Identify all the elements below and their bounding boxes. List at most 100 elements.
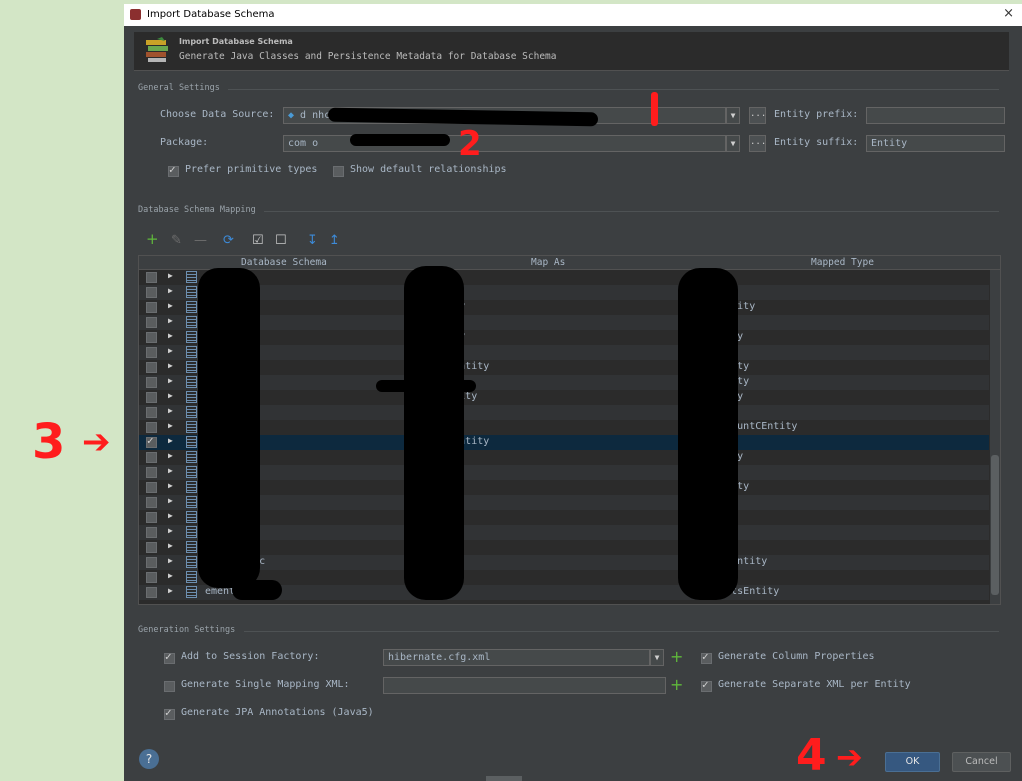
expand-arrow-icon[interactable]: ▶ — [168, 436, 173, 445]
row-checkbox[interactable] — [146, 557, 157, 568]
row-checkbox[interactable] — [146, 497, 157, 508]
row-checkbox[interactable] — [146, 317, 157, 328]
table-row[interactable]: ▶n__cnCEntityity — [139, 285, 989, 300]
table-row[interactable]: ▶tyity — [139, 540, 989, 555]
row-checkbox[interactable] — [146, 347, 157, 358]
row-checkbox[interactable] — [146, 587, 157, 598]
column-header-mapped-type[interactable]: Mapped Type — [811, 257, 874, 268]
expand-arrow-icon[interactable]: ▶ — [168, 556, 173, 565]
row-checkbox[interactable] — [146, 422, 157, 433]
table-row[interactable]: ▶itemCEntityemCEntity — [139, 390, 989, 405]
session-factory-combo[interactable]: hibernate.cfg.xml — [383, 649, 650, 666]
expand-all-icon[interactable]: ↧ — [307, 233, 318, 248]
row-checkbox[interactable] — [146, 482, 157, 493]
expand-arrow-icon[interactable]: ▶ — [168, 421, 173, 430]
expand-arrow-icon[interactable]: ▶ — [168, 451, 173, 460]
table-row[interactable]: ▶ntity — [139, 465, 989, 480]
add-icon[interactable]: + — [670, 647, 683, 666]
expand-arrow-icon[interactable]: ▶ — [168, 376, 173, 385]
entity-suffix-input[interactable]: Entity — [866, 135, 1005, 152]
entity-prefix-input[interactable] — [866, 107, 1005, 124]
expand-arrow-icon[interactable]: ▶ — [168, 286, 173, 295]
expand-arrow-icon[interactable]: ▶ — [168, 571, 173, 580]
row-checkbox[interactable] — [146, 272, 157, 283]
row-checkbox[interactable] — [146, 392, 157, 403]
expand-arrow-icon[interactable]: ▶ — [168, 541, 173, 550]
table-row[interactable]: ▶acking__cackingCEntityingCEntity — [139, 360, 989, 375]
scrollbar-thumb[interactable] — [991, 455, 999, 595]
help-icon[interactable]: ? — [139, 749, 159, 769]
row-checkbox[interactable] — [146, 302, 157, 313]
row-checkbox[interactable] — [146, 527, 157, 538]
row-checkbox[interactable] — [146, 512, 157, 523]
table-row[interactable]: ▶cEntityCEntity — [139, 270, 989, 285]
data-source-browse-button[interactable]: ... — [749, 107, 766, 124]
add-session-factory-checkbox[interactable] — [164, 650, 175, 664]
single-mapping-input[interactable] — [383, 677, 666, 694]
collapse-all-icon[interactable]: ↥ — [329, 233, 340, 248]
package-browse-button[interactable]: ... — [749, 135, 766, 152]
expand-arrow-icon[interactable]: ▶ — [168, 406, 173, 415]
row-checkbox[interactable] — [146, 332, 157, 343]
generate-separate-xml-checkbox[interactable] — [701, 678, 712, 692]
chevron-down-icon[interactable]: ▼ — [726, 135, 740, 152]
refresh-icon[interactable]: ⟳ — [223, 233, 234, 248]
expand-arrow-icon[interactable]: ▶ — [168, 301, 173, 310]
table-row[interactable]: ▶yity — [139, 345, 989, 360]
table-row[interactable]: ▶escesEntityencesEntity — [139, 300, 989, 315]
row-checkbox[interactable] — [146, 572, 157, 583]
add-icon[interactable]: + — [670, 675, 683, 694]
single-mapping-checkbox[interactable] — [164, 681, 175, 692]
close-icon[interactable]: × — [1003, 6, 1014, 21]
remove-icon[interactable]: — — [194, 233, 207, 248]
expand-arrow-icon[interactable]: ▶ — [168, 511, 173, 520]
chevron-down-icon[interactable]: ▼ — [650, 649, 664, 666]
table-row[interactable]: ▶ityity — [139, 525, 989, 540]
row-checkbox[interactable] — [146, 407, 157, 418]
column-header-schema[interactable]: Database Schema — [241, 257, 327, 268]
expand-arrow-icon[interactable]: ▶ — [168, 526, 173, 535]
table-row[interactable]: ▶ctityEntity — [139, 510, 989, 525]
expand-arrow-icon[interactable]: ▶ — [168, 466, 173, 475]
expand-arrow-icon[interactable]: ▶ — [168, 391, 173, 400]
table-row[interactable]: ▶entitytypeEntity — [139, 480, 989, 495]
expand-arrow-icon[interactable]: ▶ — [168, 316, 173, 325]
jpa-annotations-checkbox[interactable] — [164, 706, 175, 720]
table-row[interactable]: ▶ge__cgeCEntitygeCEntity — [139, 330, 989, 345]
show-default-relationships-checkbox[interactable] — [333, 166, 344, 177]
expand-arrow-icon[interactable]: ▶ — [168, 586, 173, 595]
uncheck-all-icon[interactable]: ☐ — [275, 233, 287, 248]
expand-arrow-icon[interactable]: ▶ — [168, 496, 173, 505]
chevron-down-icon[interactable]: ▼ — [726, 107, 740, 124]
edit-icon[interactable]: ✎ — [171, 233, 182, 248]
resize-grip[interactable] — [486, 776, 522, 781]
cancel-button[interactable]: Cancel — [952, 752, 1011, 772]
add-icon[interactable]: + — [146, 230, 159, 248]
row-checkbox[interactable] — [146, 434, 157, 448]
table-row[interactable]: ▶count__clVisitCountCEntity — [139, 420, 989, 435]
ok-button[interactable]: OK — [885, 752, 940, 772]
row-checkbox[interactable] — [146, 542, 157, 553]
table-row[interactable]: ▶ntitytCEntity — [139, 495, 989, 510]
row-checkbox[interactable] — [146, 362, 157, 373]
expand-arrow-icon[interactable]: ▶ — [168, 271, 173, 280]
table-row[interactable]: ▶CEntitytyCEntity — [139, 450, 989, 465]
expand-arrow-icon[interactable]: ▶ — [168, 331, 173, 340]
table-row[interactable]: ▶tus__cStatusCEntitysCEntity — [139, 434, 989, 450]
expand-arrow-icon[interactable]: ▶ — [168, 481, 173, 490]
table-scrollbar[interactable] — [990, 270, 1000, 604]
row-checkbox[interactable] — [146, 467, 157, 478]
expand-arrow-icon[interactable]: ▶ — [168, 346, 173, 355]
generate-column-properties-checkbox[interactable] — [701, 650, 712, 664]
column-header-map-as[interactable]: Map As — [531, 257, 565, 268]
table-row[interactable]: ▶__cCEntityingCEntity — [139, 375, 989, 390]
check-all-icon[interactable]: ☑ — [252, 233, 264, 248]
table-row[interactable]: ▶tyEntity — [139, 405, 989, 420]
table-row[interactable]: ▶history__cyCEntityistoryCEntity — [139, 555, 989, 570]
table-row[interactable]: ▶ity — [139, 315, 989, 330]
row-checkbox[interactable] — [146, 452, 157, 463]
expand-arrow-icon[interactable]: ▶ — [168, 361, 173, 370]
row-checkbox[interactable] — [146, 287, 157, 298]
row-checkbox[interactable] — [146, 377, 157, 388]
prefer-primitive-checkbox[interactable] — [168, 163, 179, 177]
